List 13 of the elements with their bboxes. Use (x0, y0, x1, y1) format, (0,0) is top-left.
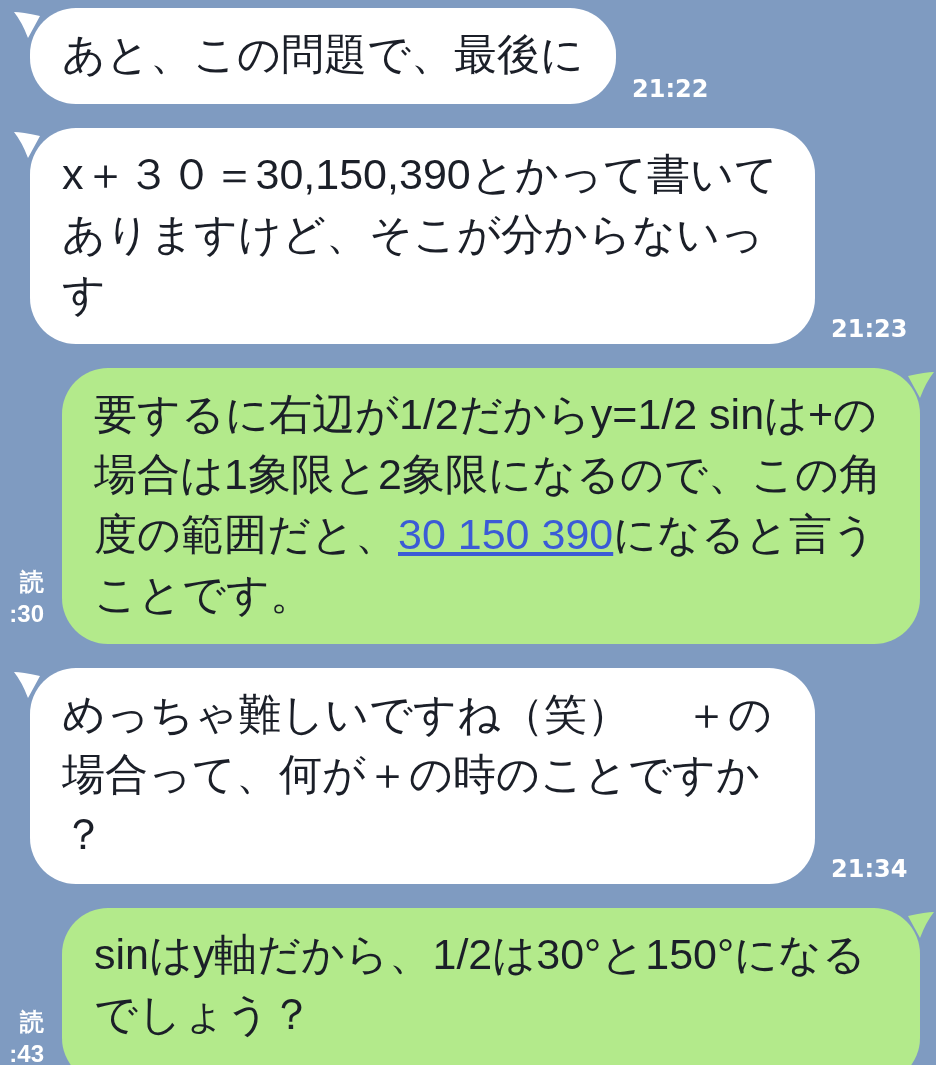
message-time: 21:22 (632, 74, 709, 104)
read-receipt: 読 (20, 1007, 44, 1037)
read-receipt: 読 (20, 567, 44, 597)
bubble-tail-icon (908, 372, 934, 398)
message-time: 21:23 (831, 314, 908, 344)
message-time: :30 (9, 599, 44, 629)
bubble-tail-icon (14, 132, 40, 158)
message-time: :43 (9, 1039, 44, 1065)
message-link[interactable]: 30 150 390 (398, 510, 614, 558)
bubble-tail-icon (14, 672, 40, 698)
bubble-tail-icon (908, 912, 934, 938)
bubble-tail-icon (14, 12, 40, 38)
message-time: 21:34 (831, 854, 908, 884)
